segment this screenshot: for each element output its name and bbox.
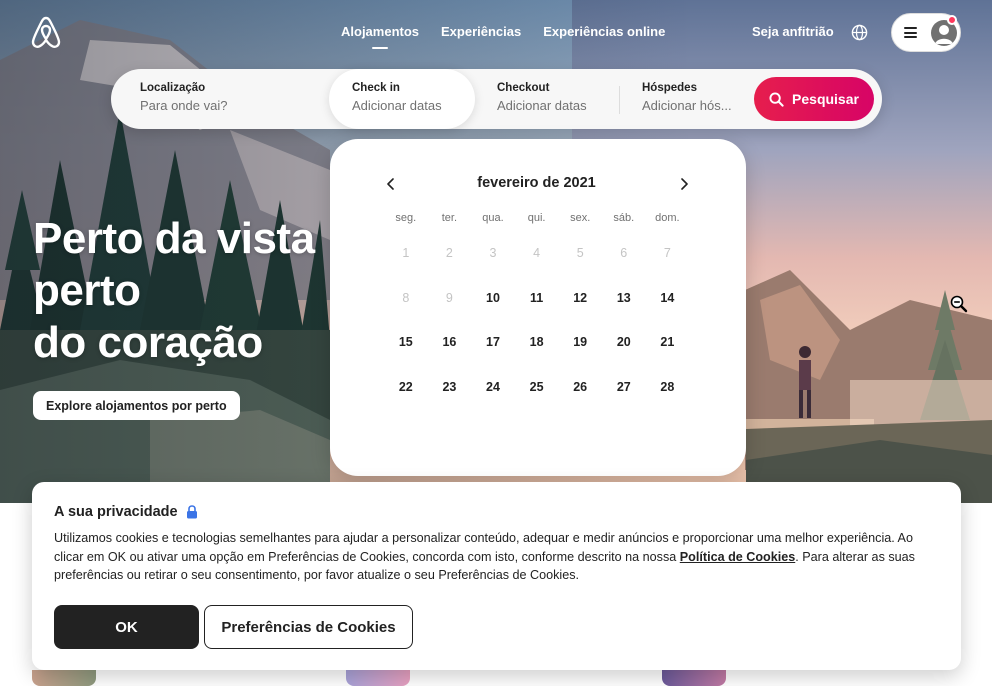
headline-line-1: Perto da vista — [33, 214, 315, 263]
calendar-days: 1 2 3 4 5 6 7 8 9 10 11 12 13 14 15 16 17 18 19 20 21 22 23 24 2… — [384, 231, 689, 409]
field-divider — [619, 86, 620, 114]
calendar-day[interactable]: 25 — [515, 365, 559, 410]
date-picker: fevereiro de 2021 seg. ter. qua. qui. se… — [330, 139, 746, 476]
search-bar: Localização Para onde vai? Check in Adic… — [111, 69, 882, 129]
become-host-link[interactable]: Seja anfitrião — [752, 24, 834, 39]
cookie-title-text: A sua privacidade — [54, 504, 178, 520]
check-out-label: Checkout — [497, 82, 550, 94]
weekday-label: ter. — [441, 212, 458, 224]
calendar-day[interactable]: 28 — [646, 365, 690, 410]
calendar-day[interactable]: 26 — [558, 365, 602, 410]
thumbnail-image — [32, 670, 96, 686]
weekday-label: qua. — [482, 212, 504, 224]
hamburger-icon — [904, 27, 917, 38]
weekday-label: sáb. — [613, 212, 635, 224]
calendar-day[interactable]: 20 — [602, 320, 646, 365]
calendar-day[interactable]: 19 — [558, 320, 602, 365]
zoom-out-icon — [950, 295, 968, 313]
calendar-week-row: 8 9 10 11 12 13 14 — [384, 276, 689, 321]
weekday-label: dom. — [655, 212, 680, 224]
check-out-input[interactable]: Adicionar datas — [497, 98, 587, 113]
calendar-day[interactable]: 22 — [384, 365, 428, 410]
calendar-day: 7 — [663, 246, 671, 261]
calendar-day[interactable]: 11 — [515, 276, 559, 321]
calendar-day: 6 — [620, 246, 628, 261]
hero-headline: Perto da vista perto do coração — [33, 213, 315, 369]
location-field[interactable]: Localização Para onde vai? — [140, 69, 227, 129]
calendar-day[interactable]: 23 — [428, 365, 472, 410]
calendar-day: 8 — [402, 290, 410, 305]
cookie-preferences-button[interactable]: Preferências de Cookies — [204, 605, 413, 649]
calendar-day: 3 — [489, 246, 497, 261]
weekday-label: seg. — [395, 212, 417, 224]
headline-line-2: perto — [33, 266, 141, 315]
weekday-label: qui. — [527, 212, 546, 224]
lock-icon — [186, 505, 197, 519]
thumbnail-image — [346, 670, 410, 686]
calendar-day[interactable]: 18 — [515, 320, 559, 365]
chevron-right-icon[interactable] — [674, 174, 694, 194]
calendar-day[interactable]: 17 — [471, 320, 515, 365]
check-out-field[interactable]: Checkout Adicionar datas — [497, 69, 587, 129]
calendar-day[interactable]: 16 — [428, 320, 472, 365]
calendar-week-row: 15 16 17 18 19 20 21 — [384, 320, 689, 365]
calendar-day: 2 — [445, 246, 453, 261]
cookie-ok-button[interactable]: OK — [54, 605, 199, 649]
headline-line-3: do coração — [33, 318, 263, 367]
weekday-header: seg. ter. qua. qui. sex. sáb. dom. — [384, 212, 689, 224]
calendar-week-row: 22 23 24 25 26 27 28 — [384, 365, 689, 410]
calendar-day[interactable]: 24 — [471, 365, 515, 410]
search-icon — [769, 91, 784, 107]
airbnb-logo-icon[interactable] — [30, 15, 62, 49]
calendar-grid: seg. ter. qua. qui. sex. sáb. dom. 12345… — [384, 212, 689, 409]
check-in-field[interactable]: Check in Adicionar datas — [329, 69, 475, 129]
cookie-consent-banner: A sua privacidade Utilizamos cookies e t… — [32, 482, 961, 670]
location-input[interactable]: Para onde vai? — [140, 98, 227, 113]
tab-alojamentos[interactable]: Alojamentos — [341, 24, 419, 47]
cookie-banner-title: A sua privacidade — [54, 504, 198, 520]
guests-input[interactable]: Adicionar hós... — [642, 98, 732, 113]
check-in-label: Check in — [352, 82, 400, 94]
calendar-day[interactable]: 12 — [558, 276, 602, 321]
guests-field[interactable]: Hóspedes Adicionar hós... — [642, 69, 732, 129]
main-nav: Alojamentos Experiências Experiências on… — [341, 24, 665, 47]
tab-experiencias[interactable]: Experiências — [441, 24, 521, 47]
calendar-day[interactable]: 10 — [471, 276, 515, 321]
check-in-input[interactable]: Adicionar datas — [352, 98, 475, 113]
thumbnail-image — [662, 670, 726, 686]
explore-nearby-button[interactable]: Explore alojamentos por perto — [33, 391, 240, 420]
guests-label: Hóspedes — [642, 82, 697, 94]
calendar-day: 5 — [576, 246, 584, 261]
cookie-policy-link[interactable]: Política de Cookies — [680, 550, 795, 564]
calendar-week-row: 1 2 3 4 5 6 7 — [384, 231, 689, 276]
calendar-day[interactable]: 13 — [602, 276, 646, 321]
location-label: Localização — [140, 82, 206, 94]
calendar-day[interactable]: 27 — [602, 365, 646, 410]
cookie-banner-text: Utilizamos cookies e tecnologias semelha… — [54, 529, 939, 585]
notification-badge — [947, 15, 957, 25]
calendar-day: 9 — [445, 290, 453, 305]
calendar-day[interactable]: 21 — [646, 320, 690, 365]
weekday-label: sex. — [570, 212, 591, 224]
calendar-day: 4 — [533, 246, 541, 261]
tab-experiencias-online[interactable]: Experiências online — [543, 24, 665, 47]
calendar-day[interactable]: 15 — [384, 320, 428, 365]
globe-icon[interactable] — [851, 24, 868, 41]
calendar-day: 1 — [402, 246, 410, 261]
search-button-label: Pesquisar — [792, 91, 859, 107]
calendar-day[interactable]: 14 — [646, 276, 690, 321]
search-button[interactable]: Pesquisar — [754, 77, 874, 121]
